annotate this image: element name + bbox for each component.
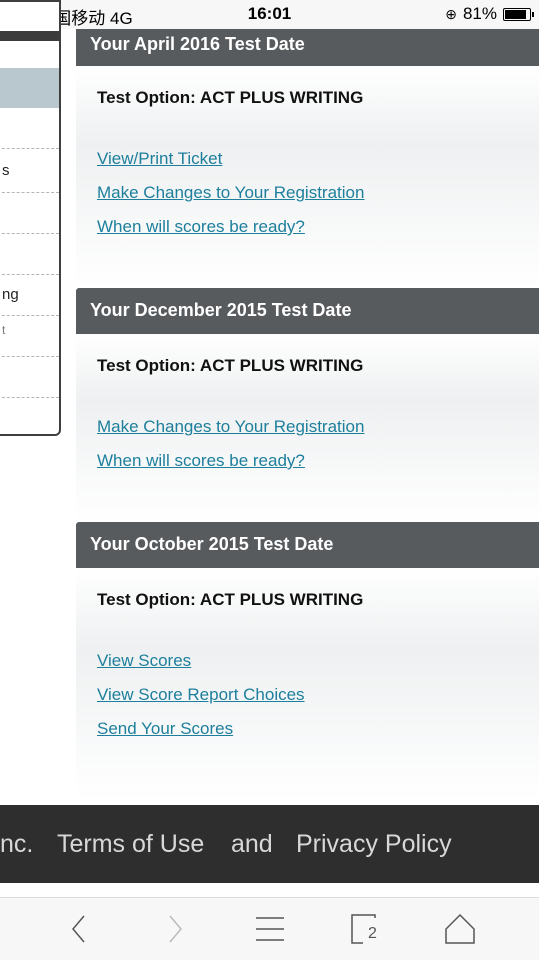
footer-and-text: and [231, 830, 273, 858]
card-body: Test Option: ACT PLUS WRITING Make Chang… [76, 334, 539, 522]
test-date-card: Your December 2015 Test Date Test Option… [76, 288, 539, 522]
side-menu-item[interactable]: s [0, 148, 59, 193]
send-scores-link[interactable]: Send Your Scores [97, 718, 539, 740]
test-option: Test Option: ACT PLUS WRITING [97, 88, 364, 107]
tab-count: 2 [368, 925, 377, 942]
side-menu-item[interactable] [0, 233, 59, 275]
tabs-button[interactable]: 2 [349, 912, 383, 946]
side-menu-item[interactable] [0, 108, 59, 149]
browser-toolbar: 2 [0, 897, 539, 960]
view-scores-link[interactable]: View Scores [97, 650, 539, 672]
company-name: nc. [0, 830, 34, 858]
side-menu: s ng t [0, 0, 61, 436]
status-right: ⊕ 81% [445, 4, 534, 24]
card-body: Test Option: ACT PLUS WRITING View Score… [76, 568, 539, 800]
make-changes-link[interactable]: Make Changes to Your Registration [97, 416, 539, 438]
page-footer: nc. Terms of Use and Privacy Policy [0, 805, 539, 883]
back-icon[interactable] [62, 912, 96, 946]
forward-icon[interactable] [158, 912, 192, 946]
test-option: Test Option: ACT PLUS WRITING [97, 590, 364, 609]
scores-ready-link[interactable]: When will scores be ready? [97, 450, 539, 472]
status-bar: -94 中国移动 4G 16:01 ⊕ 81% [0, 0, 539, 29]
privacy-policy-link[interactable]: Privacy Policy [296, 805, 452, 883]
side-menu-item[interactable] [0, 356, 59, 398]
score-report-choices-link[interactable]: View Score Report Choices [97, 684, 539, 706]
test-date-card: Your October 2015 Test Date Test Option:… [76, 522, 539, 800]
card-body: Test Option: ACT PLUS WRITING View/Print… [76, 66, 539, 288]
side-menu-header [0, 31, 59, 41]
side-menu-item[interactable]: t [0, 315, 59, 357]
tabs-icon [351, 914, 376, 944]
battery-icon [503, 7, 534, 21]
orientation-lock-icon: ⊕ [445, 5, 457, 22]
terms-of-use-link[interactable]: Terms of Use [57, 805, 204, 883]
test-date-card: Your April 2016 Test Date Test Option: A… [76, 29, 539, 288]
test-option: Test Option: ACT PLUS WRITING [97, 356, 364, 375]
card-title: Your December 2015 Test Date [76, 288, 539, 334]
side-menu-item-label: t [2, 323, 6, 337]
scores-ready-link[interactable]: When will scores be ready? [97, 216, 539, 238]
make-changes-link[interactable]: Make Changes to Your Registration [97, 182, 539, 204]
side-menu-selected-item[interactable] [0, 68, 59, 108]
side-menu-item-label: ng [2, 286, 19, 303]
view-print-ticket-link[interactable]: View/Print Ticket [97, 148, 539, 170]
home-icon[interactable] [443, 912, 477, 946]
card-title: Your October 2015 Test Date [76, 522, 539, 568]
menu-icon[interactable] [253, 912, 287, 946]
card-title: Your April 2016 Test Date [76, 29, 539, 66]
side-menu-item[interactable]: ng [0, 274, 59, 316]
battery-percent: 81% [462, 4, 497, 23]
side-menu-item-label: s [2, 162, 10, 179]
side-menu-item[interactable] [0, 192, 59, 234]
